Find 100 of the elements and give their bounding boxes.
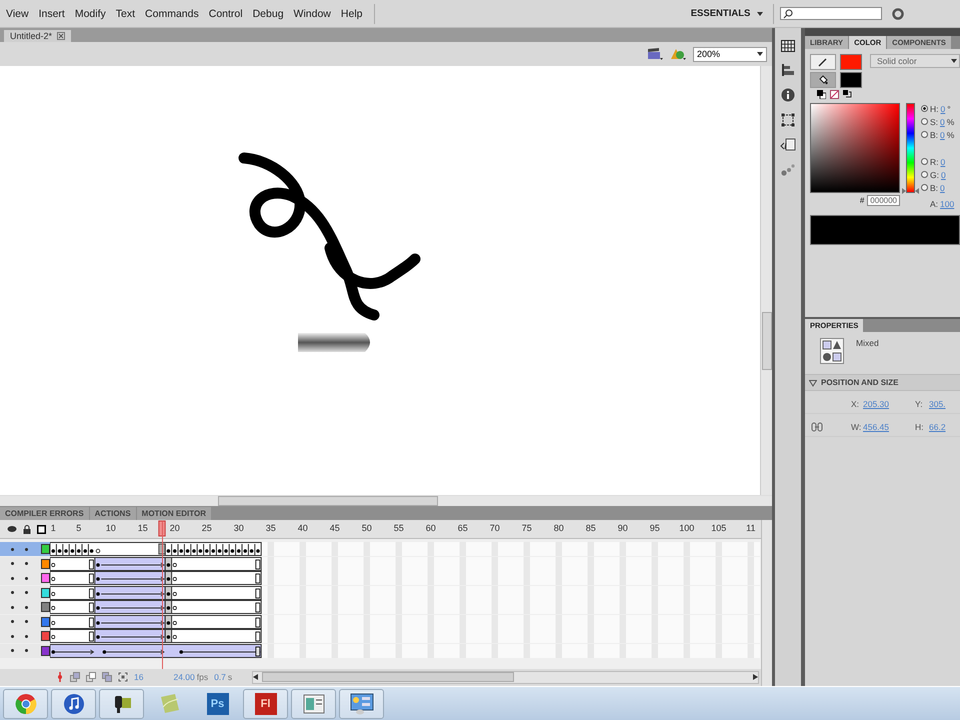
edit-multiple-frames-icon[interactable] [102,672,112,682]
channel-radio[interactable] [921,118,928,125]
channel-value[interactable]: 0 [940,116,945,126]
onion-markers-icon[interactable] [118,672,128,682]
color-picker-field[interactable] [810,103,900,193]
menu-item[interactable]: Commands [140,6,204,22]
taskbar-button[interactable] [339,688,384,718]
time-unit: s [228,672,232,682]
browser-icon [14,692,36,714]
swatches-grid-icon[interactable] [781,40,795,52]
transform-icon[interactable] [781,113,795,127]
channel-radio[interactable] [921,131,928,138]
color-swatch[interactable] [840,54,862,70]
panel-tab[interactable]: MOTION EDITOR [136,507,211,520]
visibility-dot [11,620,14,623]
field-value[interactable]: 305. [929,399,960,409]
center-frame-icon[interactable] [56,672,64,682]
link-icon[interactable] [811,422,823,432]
components-icon[interactable] [781,163,795,177]
layer-row-header[interactable] [0,556,50,570]
visibility-dot [11,562,14,565]
stroke-color-button[interactable] [810,54,836,70]
menu-item[interactable]: Help [336,6,368,22]
layer-row-header[interactable] [0,629,50,643]
color-type-dropdown[interactable]: Solid color [870,54,960,68]
zoom-dropdown[interactable]: 200% [693,46,767,62]
channel-value[interactable]: 0 [940,130,945,140]
clapperboard-icon[interactable] [647,47,663,61]
code-snippets-icon[interactable] [780,138,796,152]
panel-tab[interactable]: ACTIONS [90,507,136,520]
visibility-dot [11,591,14,594]
eye-icon [7,525,17,533]
channel-radio[interactable] [921,171,928,178]
field-value[interactable]: 66.2 [929,422,960,432]
timeline-horizontal-scrollbar[interactable] [252,670,759,684]
hex-field[interactable]: 000000 [867,195,900,206]
frame-number: 11 [746,523,756,533]
pencil-icon [818,57,828,67]
menu-item[interactable]: Control [204,6,248,22]
taskbar-button[interactable]: Fl [243,688,288,718]
hue-slider-thumb[interactable] [902,188,919,194]
sync-icon[interactable] [892,8,904,20]
default-colors-icon[interactable] [817,90,826,99]
timeline-vertical-scrollbar[interactable] [761,520,773,686]
frame-rate[interactable]: 24.00 [173,672,195,682]
frame-number: 90 [618,523,628,533]
layer-row-header[interactable] [0,614,50,628]
info-icon[interactable] [781,88,795,102]
alpha-value[interactable]: 100 [940,198,954,208]
frame-number: 5 [76,523,82,533]
channel-value[interactable]: 0 [940,182,945,192]
visibility-dot [11,634,14,638]
hex-label: # [860,196,864,205]
lock-dot [24,548,28,550]
menu-item[interactable]: Debug [248,6,289,22]
vertical-scrollbar[interactable] [760,66,773,495]
channel-value[interactable]: 0 [940,170,946,180]
paint-bucket-icon [818,75,828,85]
align-icon[interactable] [781,63,795,77]
section-header[interactable]: POSITION AND SIZE [805,374,960,391]
frame-number: 1 [50,523,56,533]
layer-row-header[interactable] [0,571,50,585]
taskbar-button[interactable]: Ps [195,688,240,718]
channel-value[interactable]: 0 [940,156,946,166]
channel-radio[interactable] [921,158,928,165]
layer-row-header[interactable] [0,542,50,556]
frame-number: 80 [554,523,564,533]
channel-value[interactable]: 0 [940,104,946,114]
current-frame: 16 [134,672,144,682]
workspace-switcher[interactable]: ESSENTIALS [686,6,767,21]
menu-item[interactable]: Modify [70,6,111,22]
layer-row-header[interactable] [0,644,50,658]
field-value[interactable]: 456.45 [863,422,913,432]
document-tab[interactable]: Untitled-2* [4,30,72,42]
menu-item[interactable]: View [1,6,34,22]
frame-number: 20 [170,523,180,533]
onion-outline-icon[interactable] [86,672,96,682]
layer-row-header[interactable] [0,600,50,614]
lock-dot [24,649,28,652]
no-color-icon[interactable] [830,90,839,99]
layer-row-header[interactable] [0,586,50,600]
visibility-dot [11,606,14,608]
field-value[interactable]: 205.30 [863,399,913,409]
swap-colors-icon[interactable] [843,90,852,99]
horizontal-scrollbar[interactable] [0,495,773,506]
color-swatch[interactable] [840,72,862,88]
fill-color-button[interactable] [810,72,836,88]
menu-item[interactable]: Window [288,6,336,22]
panel-tab[interactable]: COMPILER ERRORS [0,507,89,520]
taskbar-button[interactable] [51,688,96,718]
channel-radio[interactable] [921,105,928,112]
channel-radio[interactable] [921,184,928,191]
menu-item[interactable]: Insert [34,6,70,22]
search-field[interactable] [780,7,882,20]
caret-icon [757,12,763,16]
search-icon [783,8,793,18]
taskbar-button[interactable] [99,688,144,718]
frame-number: 100 [679,523,694,533]
menu-item[interactable]: Text [110,6,140,22]
onion-skin-icon[interactable] [70,672,80,682]
